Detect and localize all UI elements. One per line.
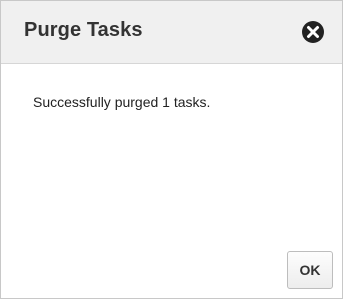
ok-button[interactable]: OK <box>287 251 333 289</box>
status-message: Successfully purged 1 tasks. <box>33 94 211 110</box>
purge-tasks-dialog: Purge Tasks Successfully purged 1 tasks.… <box>0 0 343 299</box>
close-icon <box>302 21 324 43</box>
dialog-title: Purge Tasks <box>24 19 143 41</box>
dialog-header: Purge Tasks <box>1 1 342 64</box>
dialog-body: Successfully purged 1 tasks. OK <box>1 64 342 298</box>
close-button[interactable] <box>301 20 325 44</box>
